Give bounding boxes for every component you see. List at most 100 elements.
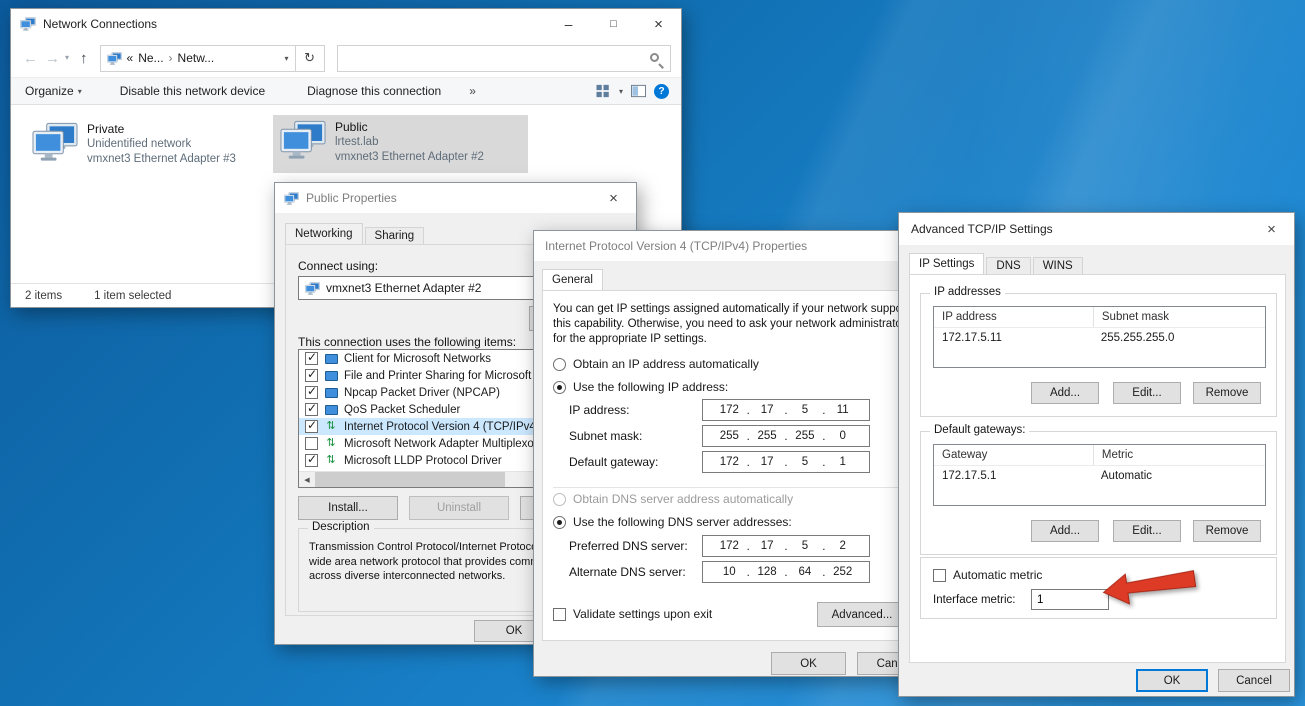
radio-icon[interactable] (553, 381, 566, 394)
breadcrumb-collapse[interactable]: « (127, 51, 134, 65)
column-header[interactable]: Subnet mask (1093, 307, 1265, 327)
add-button[interactable]: Add... (1031, 520, 1099, 542)
interface-metric-input[interactable] (1031, 589, 1109, 610)
dialog-title: Public Properties (306, 191, 397, 205)
radio-use-dns[interactable]: Use the following DNS server addresses: (553, 515, 792, 529)
client-icon (324, 354, 338, 364)
radio-obtain-ip[interactable]: Obtain an IP address automatically (553, 357, 759, 371)
tab-ip-settings[interactable]: IP Settings (909, 253, 984, 274)
search-icon[interactable] (650, 53, 659, 62)
ok-button[interactable]: OK (1136, 669, 1208, 692)
change-view-icon[interactable] (596, 84, 611, 98)
breadcrumb-item-2[interactable]: Netw... (178, 51, 215, 65)
install-button[interactable]: Install... (298, 496, 398, 520)
alternate-dns-field[interactable]: 1012864252 (702, 561, 870, 583)
close-icon[interactable]: × (1249, 213, 1294, 245)
radio-obtain-dns: Obtain DNS server address automatically (553, 492, 793, 506)
octet: 0 (825, 430, 860, 442)
advanced-tcpip-dialog: Advanced TCP/IP Settings × IP Settings D… (898, 212, 1295, 697)
subnet-mask-field[interactable]: 2552552550 (702, 425, 870, 447)
edit-button[interactable]: Edit... (1113, 382, 1181, 404)
connection-network: Unidentified network (87, 137, 236, 152)
column-header[interactable]: IP address (934, 311, 1093, 323)
adapter-name: vmxnet3 Ethernet Adapter #2 (326, 281, 481, 295)
ip-addresses-list[interactable]: IP address Subnet mask 172.17.5.11 255.2… (933, 306, 1266, 368)
remove-button[interactable]: Remove (1193, 520, 1261, 542)
octet: 172 (712, 404, 747, 416)
address-chevron-down-icon[interactable]: ▾ (285, 54, 289, 63)
item-checkbox[interactable] (305, 369, 318, 382)
maximize-button[interactable]: □ (591, 9, 636, 39)
uninstall-button: Uninstall (409, 496, 509, 520)
octet: 11 (825, 404, 860, 416)
breadcrumb-item-1[interactable]: Ne... (138, 51, 163, 65)
validate-checkbox[interactable] (553, 608, 566, 621)
item-checkbox[interactable] (305, 386, 318, 399)
refresh-button[interactable]: ↻ (296, 45, 325, 72)
protocol-icon: ⇅ (324, 455, 338, 466)
radio-icon[interactable] (553, 358, 566, 371)
cancel-button[interactable]: Cancel (1218, 669, 1290, 692)
network-item-public[interactable]: Public lrtest.lab vmxnet3 Ethernet Adapt… (273, 115, 528, 173)
item-checkbox[interactable] (305, 420, 318, 433)
help-icon[interactable]: ? (654, 84, 669, 99)
forward-icon[interactable]: → (45, 51, 60, 66)
automatic-metric-label: Automatic metric (953, 568, 1042, 582)
ip-address-field[interactable]: 17217511 (702, 399, 870, 421)
item-checkbox[interactable] (305, 403, 318, 416)
add-button[interactable]: Add... (1031, 382, 1099, 404)
preview-pane-icon[interactable] (631, 84, 646, 98)
validate-checkbox-row[interactable]: Validate settings upon exit (553, 607, 712, 621)
general-tab-page: You can get IP settings assigned automat… (542, 290, 938, 641)
up-icon[interactable]: ↑ (80, 51, 88, 66)
scrollbar-thumb[interactable] (315, 472, 505, 487)
ip-address-label: IP address: (569, 403, 629, 417)
advanced-button[interactable]: Advanced... (817, 602, 907, 627)
edit-button[interactable]: Edit... (1113, 520, 1181, 542)
octet: 128 (750, 566, 785, 578)
column-header[interactable]: Metric (1093, 445, 1265, 465)
diagnose-button[interactable]: Diagnose this connection (307, 84, 441, 98)
remove-button[interactable]: Remove (1193, 382, 1261, 404)
gateways-list[interactable]: Gateway Metric 172.17.5.1 Automatic (933, 444, 1266, 506)
default-gateway-field[interactable]: 1721751 (702, 451, 870, 473)
octet: 17 (750, 404, 785, 416)
disable-device-button[interactable]: Disable this network device (120, 84, 265, 98)
preferred-dns-field[interactable]: 1721752 (702, 535, 870, 557)
tab-sharing[interactable]: Sharing (365, 227, 425, 244)
search-input[interactable] (338, 46, 670, 71)
history-chevron-down-icon[interactable]: ▾ (65, 54, 69, 62)
radio-icon[interactable] (553, 516, 566, 529)
network-item-private[interactable]: Private Unidentified network vmxnet3 Eth… (25, 117, 265, 175)
cell-metric: Automatic (1093, 470, 1265, 482)
ip-addresses-label: IP addresses (930, 286, 1005, 298)
organize-menu[interactable]: Organize ▾ (25, 84, 82, 98)
tab-general[interactable]: General (542, 269, 603, 290)
item-checkbox[interactable] (305, 437, 318, 450)
list-row[interactable]: 172.17.5.11 255.255.255.0 (934, 328, 1265, 347)
breadcrumb[interactable]: « Ne... › Netw... ▾ (100, 45, 296, 72)
close-icon[interactable]: × (591, 183, 636, 213)
back-icon[interactable]: ← (23, 51, 38, 66)
scroll-left-icon[interactable]: ◀ (299, 472, 315, 487)
default-gateways-group: Default gateways: Gateway Metric 172.17.… (920, 431, 1277, 555)
cell-subnet-mask: 255.255.255.0 (1093, 332, 1265, 344)
toolbar-overflow-button[interactable]: » (469, 84, 476, 98)
automatic-metric-checkbox[interactable] (933, 569, 946, 582)
network-adapter-icon (280, 120, 326, 160)
radio-use-ip[interactable]: Use the following IP address: (553, 380, 728, 394)
column-header[interactable]: Gateway (934, 449, 1093, 461)
item-checkbox[interactable] (305, 454, 318, 467)
ok-button[interactable]: OK (771, 652, 846, 675)
separator (553, 487, 927, 488)
close-button[interactable]: × (636, 9, 681, 39)
tab-wins[interactable]: WINS (1033, 257, 1083, 274)
automatic-metric-row[interactable]: Automatic metric (933, 568, 1042, 582)
breadcrumb-separator: › (169, 51, 173, 65)
item-checkbox[interactable] (305, 352, 318, 365)
view-chevron-down-icon[interactable]: ▾ (619, 87, 623, 96)
tab-dns[interactable]: DNS (986, 257, 1030, 274)
tab-networking[interactable]: Networking (285, 223, 363, 244)
minimize-button[interactable]: – (546, 9, 591, 39)
list-row[interactable]: 172.17.5.1 Automatic (934, 466, 1265, 485)
